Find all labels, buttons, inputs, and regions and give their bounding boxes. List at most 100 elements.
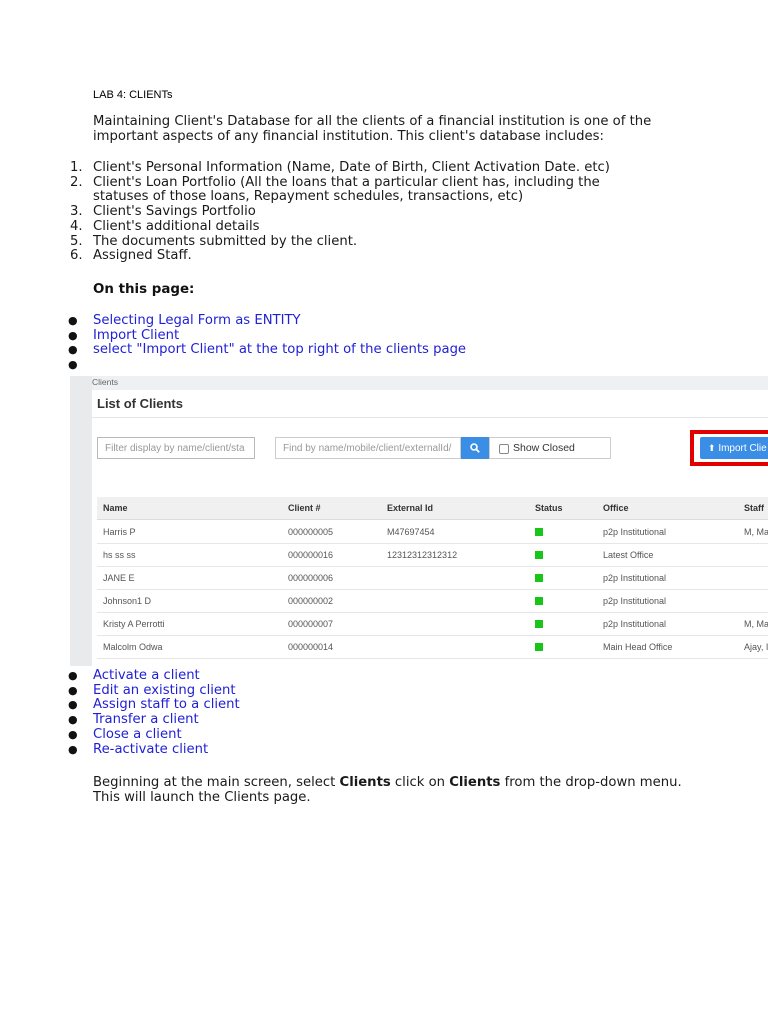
page-links-list: ● Selecting Legal Form as ENTITY ● Import … xyxy=(68,313,466,373)
link-edit-client[interactable]: ● Edit an existing client xyxy=(68,683,240,699)
link-text[interactable]: Close a client xyxy=(93,727,182,742)
cell-name: Harris P xyxy=(103,527,136,537)
column-header[interactable]: Client # xyxy=(288,503,321,513)
link-text[interactable]: Re-activate client xyxy=(93,742,208,757)
status-active-indicator xyxy=(535,620,543,628)
link-legal-form-entity[interactable]: ● Selecting Legal Form as ENTITY xyxy=(68,313,466,329)
list-item: 6. Assigned Staff. xyxy=(68,249,653,264)
breadcrumb[interactable]: Clients xyxy=(92,377,118,387)
cell-office: p2p Institutional xyxy=(603,527,667,537)
text-run: Beginning at the main screen, select xyxy=(93,775,340,790)
cell-external-id: M47697454 xyxy=(387,527,435,537)
database-contents-list: 1. Client's Personal Information (Name, D… xyxy=(68,160,653,264)
show-closed-toggle[interactable]: Show Closed xyxy=(489,437,611,459)
table-header: Name Client # External Id Status Office … xyxy=(97,497,768,520)
list-item-text: The documents submitted by the client. xyxy=(93,233,358,249)
document-title: LAB 4: CLIENTs xyxy=(93,89,173,101)
table-row[interactable]: Harris P 000000005 M47697454 p2p Institu… xyxy=(97,520,768,544)
client-actions-list: ● Activate a client ● Edit an existing cl… xyxy=(68,668,240,758)
import-client-label: Import Clie xyxy=(718,443,767,454)
bold-term: Clients xyxy=(339,775,391,790)
link-close-client[interactable]: ● Close a client xyxy=(68,727,240,743)
status-active-indicator xyxy=(535,643,543,651)
divider xyxy=(92,417,768,418)
show-closed-checkbox[interactable] xyxy=(499,444,509,454)
cell-client-number: 000000005 xyxy=(288,527,334,537)
cell-staff: M, Ma xyxy=(744,619,768,629)
list-item-text: Client's Savings Portfolio xyxy=(93,204,256,220)
instructions-paragraph: Beginning at the main screen, select Cli… xyxy=(93,775,693,805)
status-active-indicator xyxy=(535,528,543,536)
list-item: 3. Client's Savings Portfolio xyxy=(68,204,653,220)
column-header[interactable]: Office xyxy=(603,503,629,513)
list-item-text: Assigned Staff. xyxy=(93,248,192,264)
cell-client-number: 000000014 xyxy=(288,642,334,652)
cell-staff: M, Ma xyxy=(744,527,768,537)
clients-page-screenshot: Clients List of Clients Filter display b… xyxy=(70,376,768,666)
link-text[interactable]: select "Import Client" at the top right … xyxy=(93,342,466,358)
cell-name: JANE E xyxy=(103,573,135,583)
bold-term: Clients xyxy=(449,775,501,790)
link-assign-staff[interactable]: ● Assign staff to a client xyxy=(68,698,240,713)
search-button[interactable] xyxy=(461,437,489,459)
column-header[interactable]: Status xyxy=(535,503,563,513)
table-row[interactable]: JANE E 000000006 p2p Institutional xyxy=(97,566,768,590)
upload-icon: ⬆ xyxy=(708,443,716,453)
table-row[interactable]: Malcolm Odwa 000000014 Main Head Office … xyxy=(97,635,768,659)
search-icon xyxy=(470,443,480,453)
link-text[interactable]: Assign staff to a client xyxy=(93,697,240,713)
link-select-import-client[interactable]: ● select "Import Client" at the top right… xyxy=(68,343,466,358)
list-item: 5. The documents submitted by the client. xyxy=(68,233,653,250)
intro-paragraph: Maintaining Client's Database for all th… xyxy=(93,114,652,144)
cell-name: Malcolm Odwa xyxy=(103,642,163,652)
cell-name: Kristy A Perrotti xyxy=(103,619,165,629)
left-strip xyxy=(70,376,92,666)
status-active-indicator xyxy=(535,551,543,559)
link-activate-client[interactable]: ● Activate a client xyxy=(68,668,240,684)
cell-office: Latest Office xyxy=(603,550,654,560)
text-run: click on xyxy=(390,775,450,790)
top-bar xyxy=(70,376,768,390)
list-item-text: Client's additional details xyxy=(93,218,260,234)
show-closed-label: Show Closed xyxy=(513,442,575,454)
cell-client-number: 000000007 xyxy=(288,619,334,629)
link-transfer-client[interactable]: ● Transfer a client xyxy=(68,712,240,728)
list-item: 4. Client's additional details xyxy=(68,218,653,235)
cell-external-id: 12312312312312 xyxy=(387,550,458,560)
cell-office: p2p Institutional xyxy=(603,573,667,583)
link-text[interactable]: Selecting Legal Form as ENTITY xyxy=(93,313,301,328)
link-text[interactable]: Transfer a client xyxy=(93,712,199,727)
link-text[interactable]: Activate a client xyxy=(93,668,200,683)
link-reactivate-client[interactable]: ● Re-activate client xyxy=(68,742,240,758)
cell-office: Main Head Office xyxy=(603,642,673,652)
column-header[interactable]: External Id xyxy=(387,503,433,513)
section-heading: On this page: xyxy=(93,282,195,297)
filter-input[interactable]: Filter display by name/client/sta xyxy=(97,437,255,459)
column-header[interactable]: Name xyxy=(103,503,128,513)
link-import-client[interactable]: ● Import Client xyxy=(68,328,466,344)
link-text[interactable]: Edit an existing client xyxy=(93,683,236,698)
cell-name: Johnson1 D xyxy=(103,596,152,606)
cell-client-number: 000000002 xyxy=(288,596,334,606)
status-active-indicator xyxy=(535,574,543,582)
column-header[interactable]: Staff xyxy=(744,503,764,513)
table-row[interactable]: Johnson1 D 000000002 p2p Institutional xyxy=(97,589,768,613)
link-text[interactable]: Import Client xyxy=(93,328,179,343)
empty-list-item: ● xyxy=(68,358,78,372)
table-row[interactable]: hs ss ss 000000016 12312312312312 Latest… xyxy=(97,543,768,567)
panel-title: List of Clients xyxy=(97,396,183,411)
list-item: 1. Client's Personal Information (Name, D… xyxy=(68,160,653,176)
search-input[interactable]: Find by name/mobile/client/externalId/ xyxy=(275,437,461,459)
list-item-text: Client's Personal Information (Name, Dat… xyxy=(93,160,610,175)
cell-office: p2p Institutional xyxy=(603,619,667,629)
list-item-text: Client's Loan Portfolio (All the loans t… xyxy=(93,174,600,205)
import-client-button[interactable]: ⬆ Import Clie xyxy=(700,437,768,459)
list-item: 2. Client's Loan Portfolio (All the loans… xyxy=(68,174,653,205)
cell-name: hs ss ss xyxy=(103,550,136,560)
cell-staff: Ajay, I xyxy=(744,642,768,652)
cell-office: p2p Institutional xyxy=(603,596,667,606)
table-row[interactable]: Kristy A Perrotti 000000007 p2p Institut… xyxy=(97,612,768,636)
status-active-indicator xyxy=(535,597,543,605)
cell-client-number: 000000006 xyxy=(288,573,334,583)
cell-client-number: 000000016 xyxy=(288,550,334,560)
